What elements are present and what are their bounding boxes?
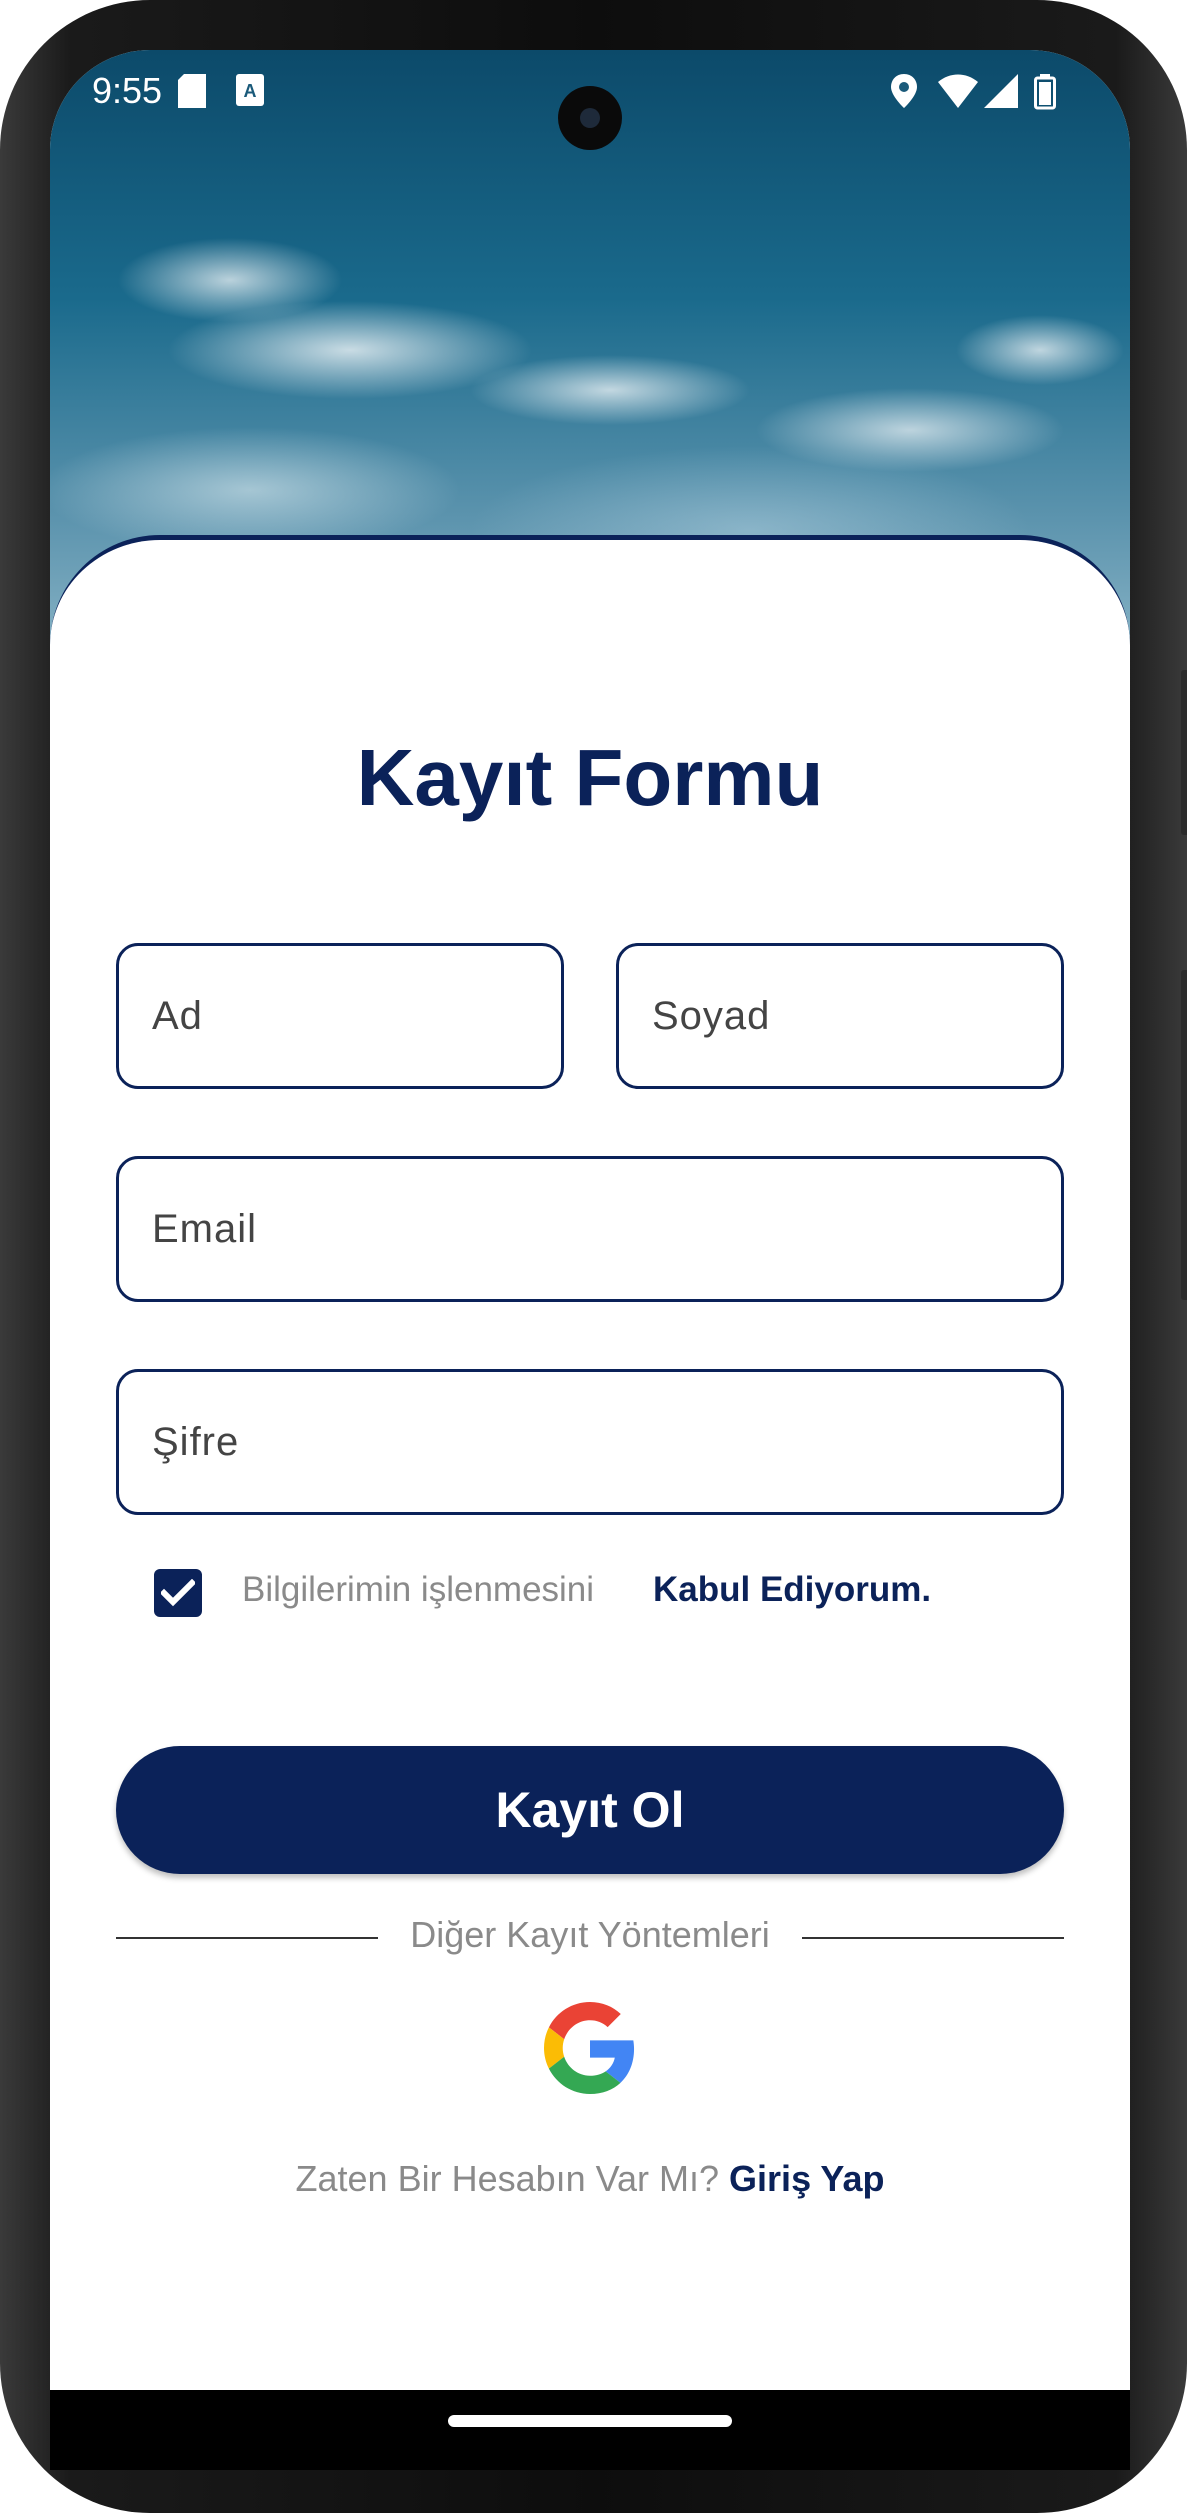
first-name-field[interactable]: [116, 943, 564, 1089]
consent-label: Bilgilerimin işlenmesini: [242, 1570, 595, 1609]
other-methods-label: Diğer Kayıt Yöntemleri: [410, 1914, 770, 1955]
keyboard-a-icon: A: [236, 74, 264, 111]
signal-icon: [984, 74, 1018, 113]
email-field[interactable]: [116, 1156, 1064, 1302]
wifi-icon: [938, 74, 978, 113]
login-link[interactable]: Giriş Yap: [729, 2158, 884, 2199]
register-button[interactable]: Kayıt Ol: [116, 1746, 1064, 1874]
first-name-input[interactable]: [150, 992, 561, 1040]
bottom-bezel: [50, 2390, 1130, 2470]
page-title: Kayıt Formu: [356, 733, 824, 822]
registration-card: Kayıt Formu Bilgilerimin işlenmesini Kab…: [50, 535, 1130, 2392]
side-button-lower: [1181, 970, 1187, 1300]
checkmark-icon: [161, 1579, 195, 1607]
login-prompt: Zaten Bir Hesabın Var Mı? Giriş Yap: [50, 2158, 1130, 2200]
status-time: 9:55: [92, 70, 163, 111]
consent-checkbox[interactable]: [154, 1569, 202, 1617]
email-input[interactable]: [150, 1205, 1061, 1253]
location-icon: [890, 74, 918, 113]
consent-accept-link[interactable]: Kabul Ediyorum.: [653, 1570, 931, 1610]
google-signup-button[interactable]: [540, 1998, 640, 2098]
last-name-field[interactable]: [616, 943, 1064, 1089]
device-stage: 9:55 A Kayıt Formu Ad Soyad Email Bilgil…: [0, 0, 1187, 2513]
password-input[interactable]: [150, 1418, 1061, 1466]
svg-text:A: A: [244, 81, 257, 101]
home-indicator[interactable]: [448, 2415, 732, 2427]
google-icon: [544, 2002, 635, 2094]
app-screen: 9:55 A Kayıt Formu Ad Soyad Email Bilgil…: [50, 50, 1130, 2392]
status-bar: 9:55 A: [50, 50, 1130, 160]
side-button-upper: [1181, 670, 1187, 835]
front-camera: [558, 86, 622, 150]
sd-card-icon: [178, 74, 206, 113]
divider-right: [802, 1937, 1064, 1939]
login-question: Zaten Bir Hesabın Var Mı?: [295, 2158, 720, 2199]
password-field[interactable]: [116, 1369, 1064, 1515]
last-name-input[interactable]: [650, 992, 1061, 1040]
battery-icon: [1034, 74, 1056, 115]
